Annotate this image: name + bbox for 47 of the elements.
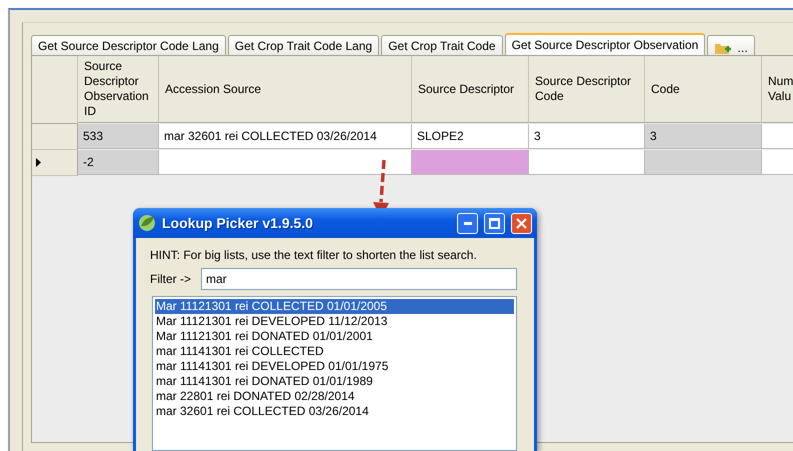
list-item[interactable]: mar 32601 rei COLLECTED 03/26/2014 [155,404,514,419]
list-item[interactable]: mar 11141301 rei DONATED 01/01/1989 [155,374,514,389]
row-header[interactable] [32,150,78,176]
tab[interactable]: Get Source Descriptor Code Lang [31,35,226,55]
column-header[interactable]: Code [645,56,762,123]
column-header[interactable]: Source Descriptor Observation ID [78,56,159,123]
maximize-icon [489,218,500,228]
list-item[interactable]: Mar 11121301 rei COLLECTED 01/01/2005 [155,299,514,314]
hint-text: HINT: For big lists, use the text filter to shorten the list search. [150,248,478,262]
table-cell[interactable]: 3 [529,124,645,149]
table-cell[interactable] [762,124,793,149]
table-cell[interactable]: mar 32601 rei COLLECTED 03/26/2014 [159,124,412,149]
column-header[interactable]: Source Descriptor Code [529,56,645,123]
grid-corner-header [32,56,78,124]
table-cell[interactable] [412,150,529,175]
filter-label: Filter -> [150,272,192,286]
close-icon [516,218,527,228]
minimize-icon [464,222,472,224]
table-cell[interactable] [645,150,762,175]
tab[interactable]: Get Source Descriptor Observation [504,33,706,55]
table-cell[interactable] [762,150,793,175]
table-cell[interactable]: -2 [78,150,159,175]
dialog-title: Lookup Picker v1.9.5.0 [162,215,314,231]
close-button[interactable] [511,212,532,234]
maximize-button[interactable] [484,212,505,234]
current-row-icon [36,158,41,167]
table-cell[interactable]: 3 [645,124,762,149]
column-header[interactable]: Source Descriptor [412,56,529,123]
column-header[interactable]: Accession Source [159,56,412,123]
list-item[interactable]: Mar 11121301 rei DONATED 01/01/2001 [155,329,514,344]
list-item[interactable]: mar 22801 rei DONATED 02/28/2014 [155,389,514,404]
add-tab-button[interactable]: ... [707,35,755,55]
tab[interactable]: Get Crop Trait Code [381,35,503,55]
table-cell[interactable]: SLOPE2 [412,124,529,149]
list-item[interactable]: mar 11141301 rei DEVELOPED 01/01/1975 [155,359,514,374]
table-cell[interactable] [159,150,412,175]
row-header[interactable] [32,124,78,150]
folder-plus-icon [714,41,732,55]
table-cell[interactable]: 533 [78,124,159,149]
tab[interactable]: Get Crop Trait Code Lang [228,35,380,55]
list-item[interactable]: Mar 11121301 rei DEVELOPED 11/12/2013 [155,314,514,329]
list-item[interactable]: mar 11141301 rei COLLECTED [155,344,514,359]
column-header[interactable]: Num Valu [762,56,793,123]
filter-field[interactable]: mar [201,268,517,290]
table-cell[interactable] [529,150,645,175]
leaf-globe-icon [138,214,156,232]
minimize-button[interactable] [457,212,478,234]
